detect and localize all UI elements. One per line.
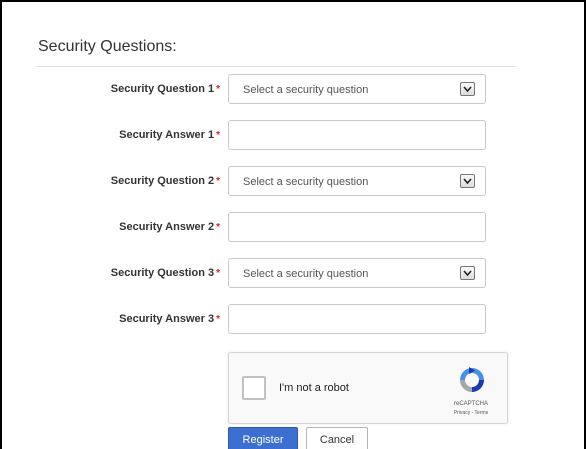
security-answer-2-row: Security Answer 2 *: [2, 212, 586, 244]
required-marker: *: [216, 84, 220, 95]
security-answer-3-row: Security Answer 3 *: [2, 304, 586, 336]
security-answer-3-label: Security Answer 3 *: [119, 313, 220, 325]
recaptcha-widget: I'm not a robot reCAPTCHA Privacy - Term…: [228, 352, 508, 424]
chevron-down-icon[interactable]: [460, 82, 475, 96]
recaptcha-label: I'm not a robot: [279, 382, 349, 394]
security-question-3-row: Security Question 3 * Select a security q…: [2, 258, 586, 290]
security-question-3-label: Security Question 3 *: [110, 267, 220, 279]
select-value: Select a security question: [243, 84, 369, 96]
security-answer-1-input[interactable]: [228, 120, 486, 150]
security-question-1-row: Security Question 1 * Select a security q…: [2, 74, 586, 106]
recaptcha-logo-icon: [460, 367, 484, 392]
section-title: Security Questions:: [38, 38, 177, 55]
recaptcha-terms-link[interactable]: Privacy - Terms: [441, 410, 501, 416]
recaptcha-brand: reCAPTCHA: [453, 401, 488, 407]
cancel-button[interactable]: Cancel: [306, 427, 368, 449]
required-marker: *: [216, 222, 220, 233]
form-panel: Security Questions: Security Question 1 *…: [0, 0, 586, 449]
security-answer-1-row: Security Answer 1 *: [2, 120, 586, 152]
required-marker: *: [216, 176, 220, 187]
select-value: Select a security question: [243, 268, 369, 280]
security-answer-1-label: Security Answer 1 *: [119, 129, 220, 141]
security-answer-3-input[interactable]: [228, 304, 486, 334]
security-question-2-row: Security Question 2 * Select a security q…: [2, 166, 586, 198]
register-button[interactable]: Register: [228, 427, 298, 449]
security-question-1-select[interactable]: Select a security question: [228, 74, 486, 104]
security-question-2-label: Security Question 2 *: [110, 175, 220, 187]
required-marker: *: [216, 314, 220, 325]
security-question-1-label: Security Question 1 *: [110, 83, 220, 95]
security-question-2-select[interactable]: Select a security question: [228, 166, 486, 196]
section-divider: [36, 66, 516, 67]
security-answer-2-label: Security Answer 2 *: [119, 221, 220, 233]
chevron-down-icon[interactable]: [460, 266, 475, 280]
select-value: Select a security question: [243, 176, 369, 188]
chevron-down-icon[interactable]: [460, 174, 475, 188]
required-marker: *: [216, 130, 220, 141]
security-question-3-select[interactable]: Select a security question: [228, 258, 486, 288]
security-answer-2-input[interactable]: [228, 212, 486, 242]
required-marker: *: [216, 268, 220, 279]
recaptcha-checkbox[interactable]: [242, 376, 266, 400]
